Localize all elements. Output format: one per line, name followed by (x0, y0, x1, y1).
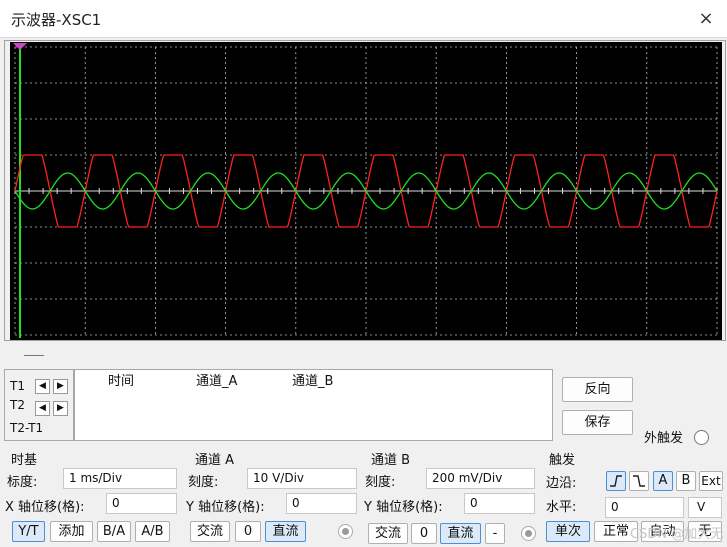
scope-screen[interactable] (10, 42, 722, 340)
watermark-text: CSDN @加大无 (630, 527, 724, 542)
trigger-single-button[interactable]: 单次 (546, 521, 590, 542)
reverse-button[interactable]: 反向 (562, 377, 633, 402)
channel-b-ac-button[interactable]: 交流 (368, 523, 408, 544)
trigger-edge-label: 边沿: (546, 476, 577, 491)
trigger-title: 触发 (549, 453, 576, 468)
channel-a-zero-button[interactable]: 0 (235, 521, 261, 542)
channel-a-knob-icon[interactable] (338, 524, 353, 539)
rising-edge-icon (610, 475, 622, 487)
channel-a-dc-button[interactable]: 直流 (265, 521, 306, 542)
ext-trigger-label: 外触发 (644, 431, 684, 446)
readout-col-a: 通道_A (196, 374, 238, 389)
title-bar: 示波器-XSC1 × (0, 0, 727, 38)
channel-a-scale-label: 刻度: (188, 475, 219, 490)
t2-left-arrow-icon[interactable]: ◀ (35, 401, 50, 416)
trigger-source-b-button[interactable]: B (676, 471, 696, 491)
t2-right-arrow-icon[interactable]: ▶ (53, 401, 68, 416)
trigger-level-field[interactable]: 0 (605, 497, 684, 518)
trigger-source-a-button[interactable]: A (653, 471, 673, 491)
x-position-field[interactable]: 0 (106, 493, 177, 514)
channel-b-zero-button[interactable]: 0 (411, 523, 437, 544)
falling-edge-button[interactable] (629, 471, 649, 491)
channel-a-ypos-field[interactable]: 0 (286, 493, 357, 514)
channel-b-ypos-field[interactable]: 0 (464, 493, 535, 514)
timebase-scale-label: 标度: (7, 475, 38, 490)
mode-ab-button[interactable]: A/B (135, 521, 170, 542)
t2-label: T2 (10, 398, 25, 412)
channel-a-scale-field[interactable]: 10 V/Div (247, 468, 357, 489)
timebase-scale-field[interactable]: 1 ms/Div (63, 468, 177, 489)
rising-edge-button[interactable] (606, 471, 626, 491)
readout-col-time: 时间 (108, 374, 135, 389)
channel-b-invert-button[interactable]: - (485, 523, 505, 544)
channel-b-dc-button[interactable]: 直流 (440, 523, 481, 544)
save-button[interactable]: 保存 (562, 410, 633, 435)
channel-b-scale-field[interactable]: 200 mV/Div (426, 468, 535, 489)
channel-b-title: 通道 B (371, 453, 411, 468)
mode-yt-button[interactable]: Y/T (12, 521, 45, 542)
t1-label: T1 (10, 379, 25, 393)
channel-a-ypos-label: Y 轴位移(格): (186, 500, 265, 515)
trigger-level-unit[interactable]: V (688, 497, 722, 518)
trigger-level-label: 水平: (546, 500, 577, 515)
mode-add-button[interactable]: 添加 (50, 521, 93, 542)
t2-t1-label: T2-T1 (10, 421, 44, 435)
channel-a-ac-button[interactable]: 交流 (190, 521, 230, 542)
channel-b-ypos-label: Y 轴位移(格): (364, 500, 443, 515)
close-icon[interactable]: × (695, 8, 717, 30)
ext-trigger-radio[interactable] (694, 430, 709, 445)
measurement-readout: 时间 通道_A 通道_B (74, 369, 553, 441)
scope-display-frame (4, 40, 726, 341)
readout-col-b: 通道_B (292, 374, 334, 389)
mode-ba-button[interactable]: B/A (97, 521, 131, 542)
trigger-source-ext-button[interactable]: Ext (699, 471, 723, 491)
falling-edge-icon (633, 475, 645, 487)
channel-b-scale-label: 刻度: (365, 475, 396, 490)
t1-right-arrow-icon[interactable]: ▶ (53, 379, 68, 394)
timebase-title: 时基 (11, 453, 38, 468)
channel-a-title: 通道 A (195, 453, 235, 468)
channel-b-knob-icon[interactable] (521, 526, 536, 541)
x-position-label: X 轴位移(格): (5, 500, 85, 515)
splitter-handle[interactable] (24, 355, 44, 356)
cursor-controls: T1 ◀ ▶ T2 ◀ ▶ T2-T1 (4, 369, 74, 441)
window-title: 示波器-XSC1 (11, 11, 102, 29)
t1-left-arrow-icon[interactable]: ◀ (35, 379, 50, 394)
